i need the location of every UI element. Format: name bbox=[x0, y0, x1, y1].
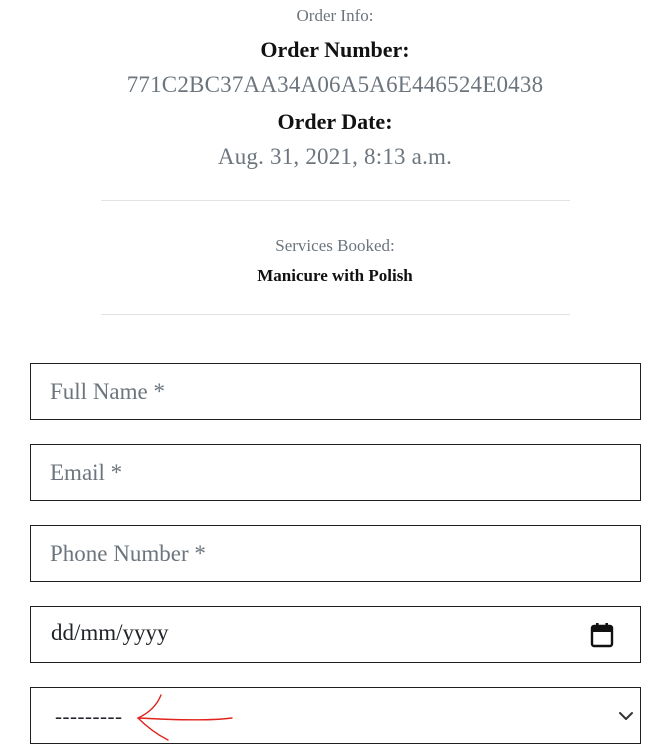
order-number-value: 771C2BC37AA34A06A5A6E446524E0438 bbox=[126, 72, 544, 97]
select-value: --------- bbox=[55, 704, 123, 728]
order-number-label: Order Number: bbox=[260, 37, 410, 62]
email-field bbox=[30, 444, 641, 501]
service-select[interactable]: --------- bbox=[30, 687, 641, 744]
chevron-down-icon bbox=[618, 708, 634, 724]
services-booked-label: Services Booked: bbox=[275, 236, 395, 255]
phone-field bbox=[30, 525, 641, 582]
date-field[interactable]: dd/mm/yyyy bbox=[30, 606, 641, 663]
full-name-field bbox=[30, 363, 641, 420]
service-item: Manicure with Polish bbox=[257, 266, 413, 285]
order-date-value: Aug. 31, 2021, 8:13 a.m. bbox=[217, 144, 453, 169]
order-date-label: Order Date: bbox=[277, 109, 393, 134]
calendar-icon[interactable] bbox=[590, 622, 614, 648]
divider bbox=[101, 314, 570, 315]
email-input[interactable] bbox=[31, 445, 640, 500]
divider bbox=[101, 200, 570, 201]
order-info-label: Order Info: bbox=[296, 6, 374, 25]
full-name-input[interactable] bbox=[31, 364, 640, 419]
date-input[interactable]: dd/mm/yyyy bbox=[51, 620, 169, 646]
phone-input[interactable] bbox=[31, 526, 640, 581]
